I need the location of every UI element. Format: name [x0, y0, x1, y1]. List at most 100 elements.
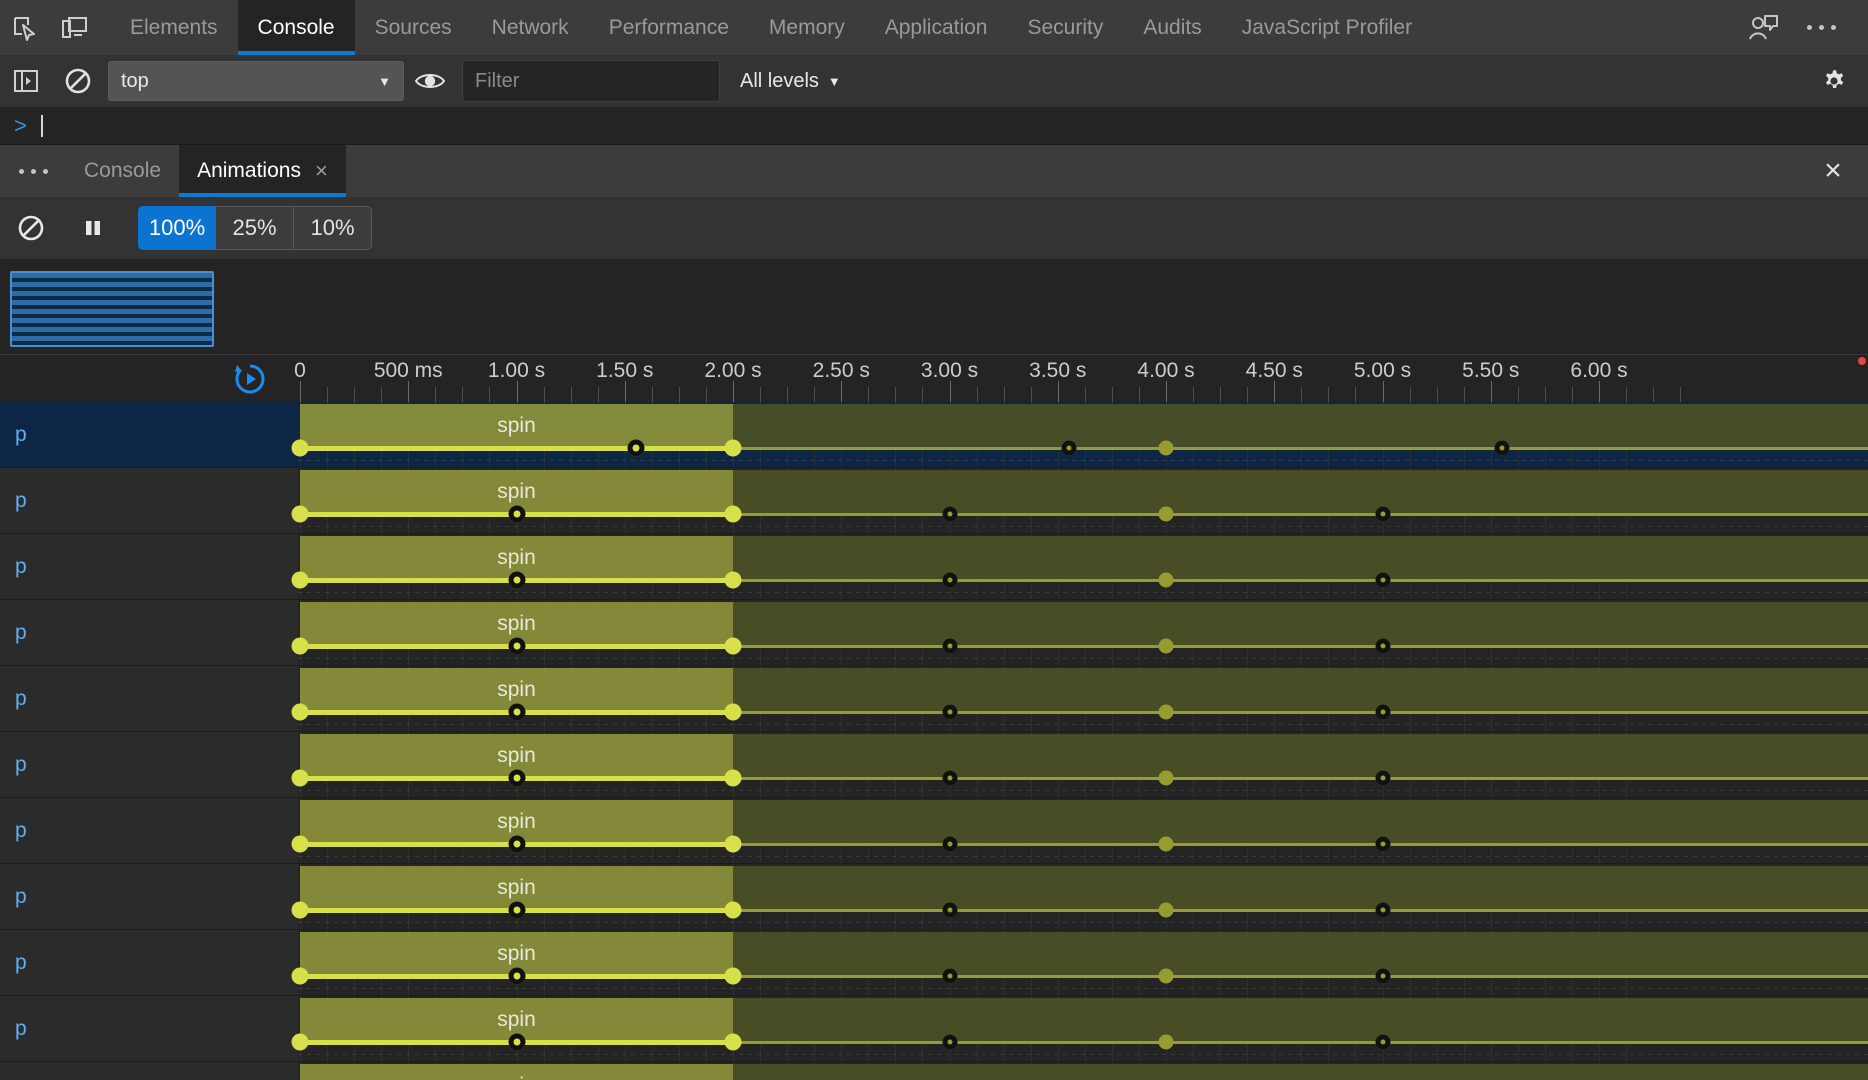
keyframe-marker[interactable] — [1158, 968, 1174, 984]
settings-gear-icon[interactable] — [1808, 55, 1860, 107]
keyframe-marker[interactable] — [508, 637, 525, 655]
clear-console-icon[interactable] — [52, 55, 104, 107]
keyframe-marker[interactable] — [1158, 704, 1174, 720]
keyframe-marker[interactable] — [1061, 440, 1077, 456]
animation-row[interactable]: pspin — [0, 1062, 1868, 1080]
keyframe-marker[interactable] — [291, 1033, 309, 1051]
keyframe-marker[interactable] — [508, 769, 525, 787]
animation-row[interactable]: pspin — [0, 468, 1868, 534]
animation-row-track[interactable]: spin — [291, 666, 1868, 731]
keyframe-marker[interactable] — [508, 1033, 525, 1051]
keyframe-marker[interactable] — [291, 637, 309, 655]
animation-group-preview[interactable] — [10, 271, 214, 347]
animation-row[interactable]: pspin — [0, 930, 1868, 996]
tab-audits[interactable]: Audits — [1123, 0, 1221, 55]
animation-row-track[interactable]: spin — [298, 1062, 1868, 1080]
console-prompt-row[interactable]: > — [0, 107, 1868, 145]
keyframe-marker[interactable] — [942, 506, 957, 522]
keyframe-marker[interactable] — [942, 1034, 957, 1050]
keyframe-marker[interactable] — [724, 901, 742, 919]
animation-row[interactable]: pspin — [0, 666, 1868, 732]
keyframe-marker[interactable] — [1375, 638, 1390, 654]
tab-elements[interactable]: Elements — [110, 0, 238, 55]
animation-row-track[interactable]: spin — [291, 864, 1868, 929]
tab-memory[interactable]: Memory — [749, 0, 865, 55]
keyframe-marker[interactable] — [724, 439, 742, 457]
playback-rate-100[interactable]: 100% — [138, 206, 216, 250]
keyframe-marker[interactable] — [724, 637, 742, 655]
keyframe-marker[interactable] — [1158, 770, 1174, 786]
live-expression-eye-icon[interactable] — [404, 55, 456, 107]
animation-row[interactable]: pspin — [0, 798, 1868, 864]
keyframe-marker[interactable] — [1375, 902, 1390, 918]
tab-sources[interactable]: Sources — [355, 0, 472, 55]
keyframe-marker[interactable] — [1158, 572, 1174, 588]
animation-row-track[interactable]: spin — [291, 996, 1868, 1061]
keyframe-marker[interactable] — [942, 968, 957, 984]
replay-icon[interactable] — [233, 362, 267, 401]
keyframe-marker[interactable] — [508, 835, 525, 853]
more-options-icon[interactable] — [1792, 25, 1850, 30]
keyframe-marker[interactable] — [1158, 638, 1174, 654]
animation-row[interactable]: pspin — [0, 534, 1868, 600]
drawer-menu-icon[interactable] — [0, 145, 66, 197]
tab-application[interactable]: Application — [865, 0, 1008, 55]
keyframe-marker[interactable] — [942, 638, 957, 654]
animations-rows-viewport[interactable]: p spin p spin p spin p spin p spin p spin p spin p spin… — [0, 402, 1868, 1080]
keyframe-marker[interactable] — [291, 967, 309, 985]
keyframe-marker[interactable] — [724, 505, 742, 523]
keyframe-marker[interactable] — [508, 571, 525, 589]
keyframe-marker[interactable] — [1375, 770, 1390, 786]
keyframe-marker[interactable] — [1375, 506, 1390, 522]
inspect-element-icon[interactable] — [0, 0, 50, 55]
keyframe-marker[interactable] — [508, 901, 525, 919]
keyframe-marker[interactable] — [724, 703, 742, 721]
keyframe-marker[interactable] — [291, 505, 309, 523]
execution-context-select[interactable]: top ▼ — [108, 61, 404, 101]
keyframe-marker[interactable] — [1158, 440, 1174, 456]
keyframe-marker[interactable] — [291, 769, 309, 787]
console-sidebar-icon[interactable] — [0, 55, 52, 107]
keyframe-marker[interactable] — [1375, 836, 1390, 852]
animation-row[interactable]: pspin — [0, 402, 1868, 468]
keyframe-marker[interactable] — [291, 901, 309, 919]
keyframe-marker[interactable] — [1158, 506, 1174, 522]
keyframe-marker[interactable] — [1158, 1034, 1174, 1050]
animation-row-track[interactable]: spin — [291, 798, 1868, 863]
drawer-tab-console[interactable]: Console — [66, 145, 179, 197]
keyframe-marker[interactable] — [1158, 902, 1174, 918]
animation-row[interactable]: pspin — [0, 996, 1868, 1062]
feedback-person-icon[interactable] — [1734, 14, 1792, 42]
log-levels-select[interactable]: All levels ▼ — [740, 70, 841, 93]
keyframe-marker[interactable] — [1375, 704, 1390, 720]
close-icon[interactable]: × — [315, 160, 328, 182]
console-filter-input[interactable]: Filter — [462, 60, 720, 102]
keyframe-marker[interactable] — [724, 967, 742, 985]
animation-row[interactable]: pspin — [0, 732, 1868, 798]
keyframe-marker[interactable] — [724, 1033, 742, 1051]
animation-row-track[interactable]: spin — [291, 732, 1868, 797]
keyframe-marker[interactable] — [942, 704, 957, 720]
keyframe-marker[interactable] — [942, 902, 957, 918]
keyframe-marker[interactable] — [942, 836, 957, 852]
keyframe-marker[interactable] — [942, 572, 957, 588]
drawer-tab-animations[interactable]: Animations × — [179, 145, 346, 197]
close-drawer-icon[interactable]: × — [1798, 145, 1868, 197]
keyframe-marker[interactable] — [1375, 1034, 1390, 1050]
device-toolbar-icon[interactable] — [50, 0, 100, 55]
keyframe-marker[interactable] — [508, 967, 525, 985]
keyframe-marker[interactable] — [1375, 968, 1390, 984]
tab-network[interactable]: Network — [472, 0, 589, 55]
clear-animations-icon[interactable] — [0, 197, 62, 259]
playback-rate-25[interactable]: 25% — [216, 206, 294, 250]
keyframe-marker[interactable] — [942, 770, 957, 786]
keyframe-marker[interactable] — [291, 835, 309, 853]
keyframe-marker[interactable] — [1375, 572, 1390, 588]
pause-animations-icon[interactable] — [62, 197, 124, 259]
animation-row-track[interactable]: spin — [291, 534, 1868, 599]
tab-performance[interactable]: Performance — [589, 0, 749, 55]
playback-rate-10[interactable]: 10% — [294, 206, 372, 250]
keyframe-marker[interactable] — [724, 571, 742, 589]
animation-row-track[interactable]: spin — [291, 930, 1868, 995]
keyframe-marker[interactable] — [1158, 836, 1174, 852]
